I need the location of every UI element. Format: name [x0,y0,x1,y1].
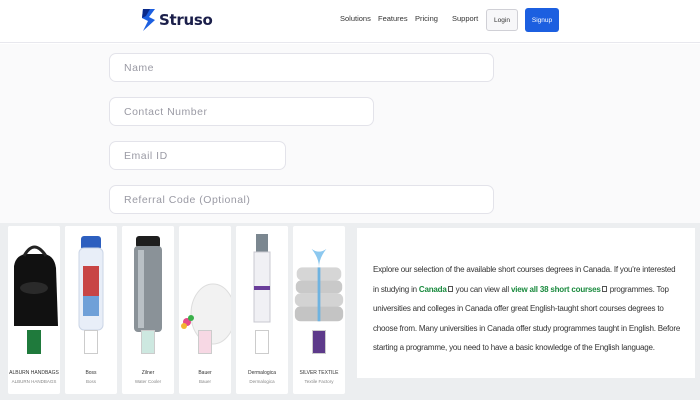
product-name: SILVER TEXTILE [299,370,339,376]
steel-flask-icon [122,226,174,346]
brand-logo[interactable]: Struso [141,8,213,32]
description-panel: Explore our selection of the available s… [357,228,695,378]
description-text-2: you can view all [453,284,511,294]
brand-thumb [27,330,41,354]
product-card[interactable]: ALBURN HANDBAGS ALBURN HANDBAGS [8,226,60,394]
brand-name: Struso [159,11,213,29]
top-navbar: Struso Solutions Features Pricing Suppor… [0,0,700,43]
brand-thumb [141,330,155,354]
signup-button[interactable]: Signup [525,8,559,32]
product-sub: Water Cooler [134,379,162,384]
canada-link[interactable]: Canada [419,285,447,294]
description-text-3: programmes. Top universities and college… [373,284,681,353]
brand-thumb [312,330,326,354]
nav-features[interactable]: Features [378,14,408,23]
contact-number-input[interactable]: Contact Number [109,97,374,126]
brand-thumb [84,330,98,354]
nav-solutions[interactable]: Solutions [340,14,371,23]
referral-code-input[interactable]: Referral Code (Optional) [109,185,494,214]
product-card[interactable]: Dermalogica Dermalogica [236,226,288,394]
product-card[interactable]: Zilner Water Cooler [122,226,174,394]
nav-support[interactable]: Support [452,14,478,23]
water-bottle-icon [65,226,117,346]
product-sub: Textile Factory [304,379,334,384]
product-name: Dermalogica [247,370,277,376]
towel-stack-icon [293,230,345,342]
product-name: Zilner [141,370,155,376]
login-button[interactable]: Login [486,9,518,31]
nav-pricing[interactable]: Pricing [415,14,438,23]
email-input[interactable]: Email ID [109,141,286,170]
brand-thumb [255,330,269,354]
product-sub: Boss [85,379,96,384]
external-link-icon [601,286,607,293]
product-card[interactable]: Bauer Bauer [179,226,231,394]
product-card[interactable]: Boss Boss [65,226,117,394]
plate-icon [179,226,231,346]
struso-logo-icon [142,9,155,31]
name-input[interactable]: Name [109,53,494,82]
product-card[interactable]: SILVER TEXTILE Textile Factory [293,226,345,394]
product-name: Bauer [198,370,212,376]
product-name: ALBURN HANDBAGS [9,370,59,376]
product-name: Boss [85,370,97,376]
brand-thumb [198,330,212,354]
handbag-icon [8,226,60,346]
product-strip: ALBURN HANDBAGS ALBURN HANDBAGS Boss Bos… [0,223,352,400]
serum-tube-icon [236,226,288,346]
product-sub: ALBURN HANDBAGS [11,379,57,384]
product-sub: Dermalogica [249,379,275,384]
view-courses-link[interactable]: view all 38 short courses [511,285,601,294]
external-link-icon [447,286,453,293]
product-sub: Bauer [198,379,211,384]
